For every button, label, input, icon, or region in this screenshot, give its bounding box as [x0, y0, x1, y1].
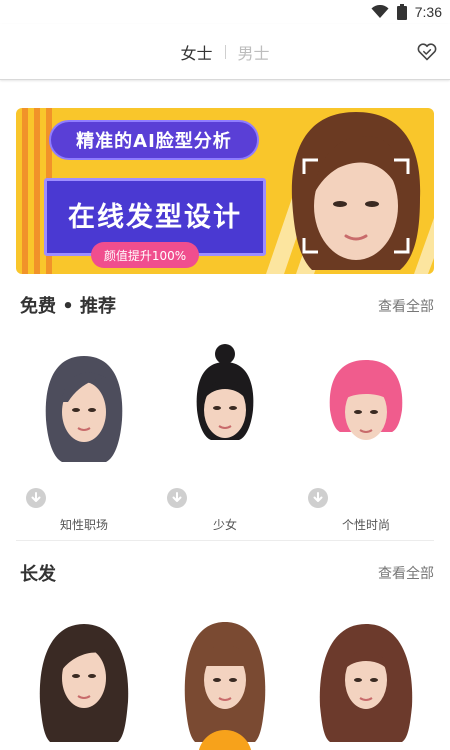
tab-separator — [224, 45, 226, 59]
status-icons: 7:36 — [371, 2, 442, 22]
style-card[interactable]: 知性职场 — [14, 340, 154, 532]
style-image — [184, 622, 266, 742]
view-all-long-hair[interactable]: 查看全部 — [378, 563, 434, 583]
battery-icon — [396, 4, 407, 20]
style-card[interactable]: 个性时尚 — [296, 340, 436, 532]
promo-banner[interactable]: 精准的AI脸型分析 在线发型设计 颜值提升100% — [16, 108, 434, 274]
top-header: 女士 男士 — [0, 24, 450, 80]
tab-female[interactable]: 女士 — [180, 40, 212, 64]
download-icon[interactable] — [167, 488, 187, 508]
banner-main-text: 在线发型设计 — [68, 202, 242, 233]
section-divider — [16, 540, 434, 541]
tab-male[interactable]: 男士 — [238, 40, 270, 64]
gender-tabs: 女士 男士 — [0, 40, 450, 64]
banner-title: 精准的AI脸型分析 — [49, 120, 259, 160]
status-time: 7:36 — [414, 4, 442, 20]
section-title-long-hair: 长发 — [20, 564, 56, 585]
style-label: 知性职场 — [59, 518, 108, 532]
favorites-button[interactable] — [416, 41, 438, 63]
wifi-icon — [371, 5, 389, 18]
style-image — [45, 356, 123, 462]
download-icon[interactable] — [26, 488, 46, 508]
style-card[interactable] — [296, 612, 436, 750]
style-card[interactable] — [14, 612, 154, 750]
view-all-recommended[interactable]: 查看全部 — [378, 296, 434, 316]
section-title-recommended: 免费 • 推荐 — [20, 296, 117, 317]
style-image — [319, 624, 413, 742]
style-card[interactable]: 少女 — [155, 340, 295, 532]
style-image — [39, 624, 129, 742]
style-image — [329, 360, 403, 440]
style-label: 少女 — [212, 518, 237, 532]
style-image — [196, 344, 254, 440]
banner-subtitle: 颜值提升100% — [91, 242, 199, 268]
style-label: 个性时尚 — [341, 518, 390, 532]
heart-check-icon — [417, 43, 437, 61]
banner-model-portrait — [291, 112, 421, 270]
download-icon[interactable] — [308, 488, 328, 508]
status-bar: 7:36 — [0, 0, 450, 24]
